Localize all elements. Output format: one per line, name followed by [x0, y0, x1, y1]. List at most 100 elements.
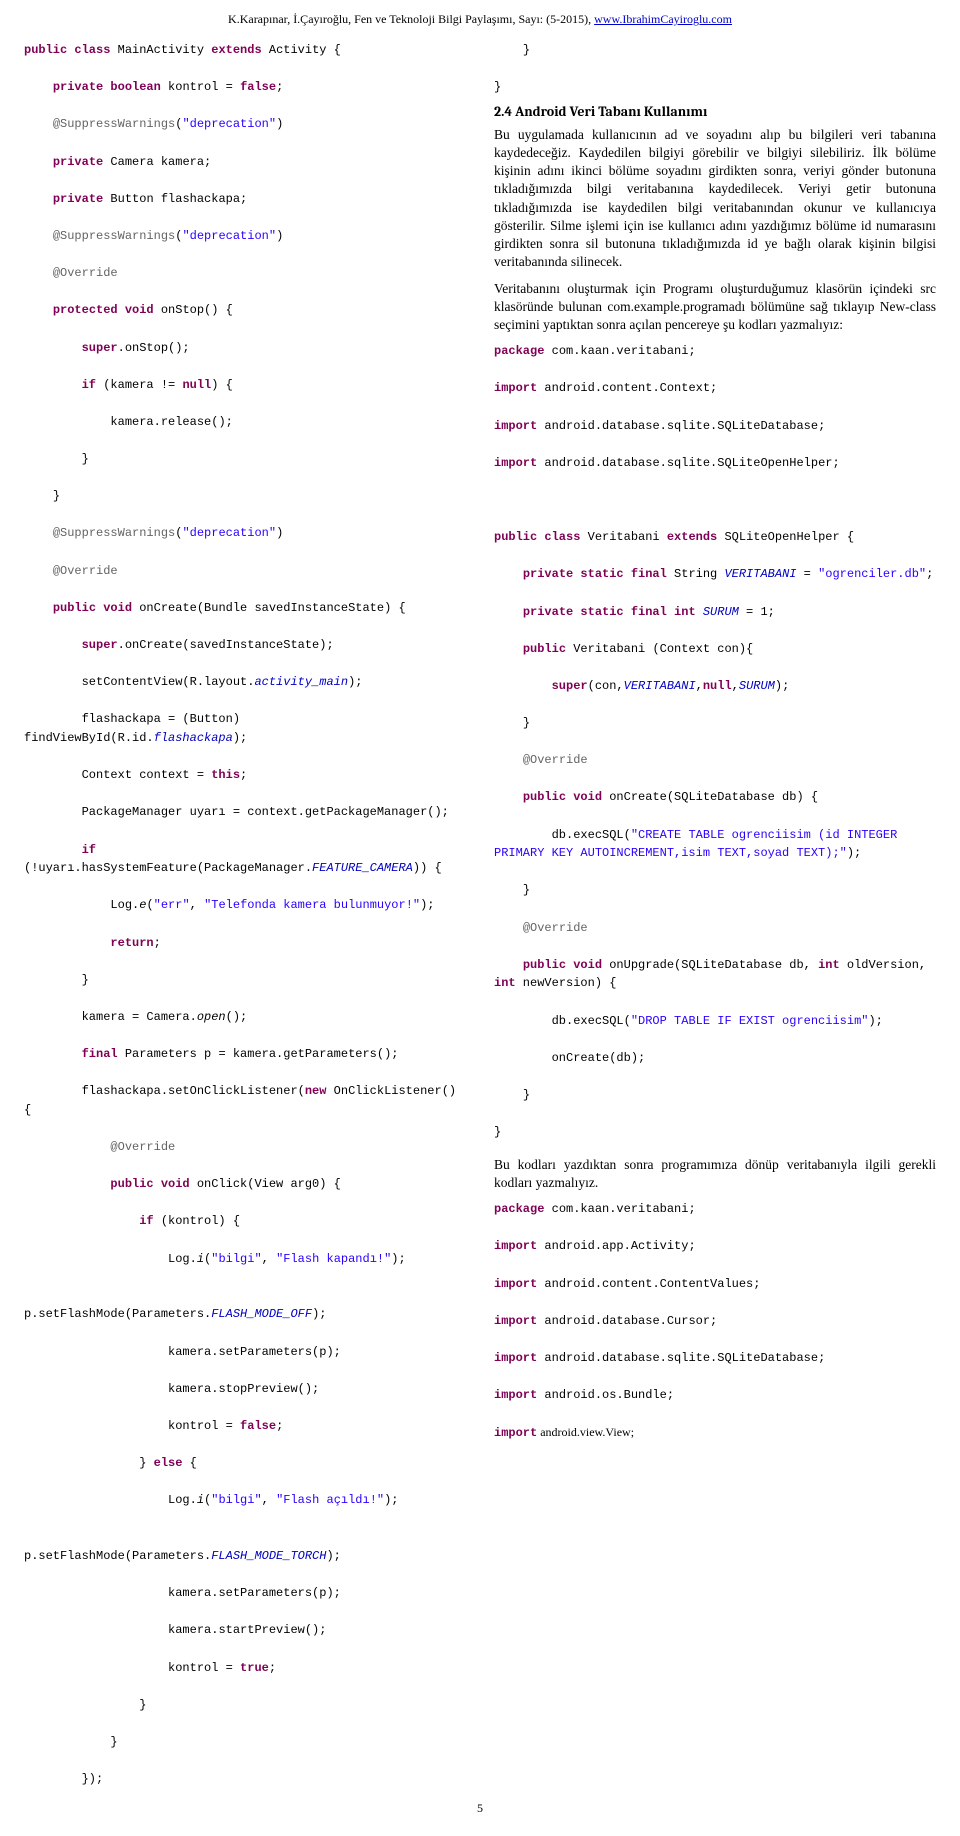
code-text: FLASH_MODE_TORCH	[211, 1549, 326, 1563]
code-text: Log.	[24, 1252, 197, 1266]
code-text: flashackapa	[154, 731, 233, 745]
code-text: )	[276, 117, 283, 131]
code-text: @SuppressWarnings	[24, 526, 175, 540]
code-text: "deprecation"	[182, 526, 276, 540]
code-text: (	[146, 898, 153, 912]
code-text: }	[494, 43, 530, 57]
code-text: ,	[696, 679, 703, 693]
code-text: Parameters p = kamera.getParameters();	[118, 1047, 399, 1061]
code-text: null	[703, 679, 732, 693]
code-text: Log.	[24, 898, 139, 912]
code-text: import	[494, 1239, 537, 1253]
code-text: ,	[732, 679, 739, 693]
code-text: import	[494, 1426, 537, 1440]
left-code-block: public class MainActivity extends Activi…	[24, 41, 466, 1789]
code-text: ;	[276, 80, 283, 94]
code-text: public class	[494, 530, 580, 544]
code-text: "Flash açıldı!"	[276, 1493, 384, 1507]
code-text: com.kaan.veritabani;	[544, 1202, 695, 1216]
header-link[interactable]: www.IbrahimCayiroglu.com	[594, 12, 732, 26]
code-text: android.os.Bundle;	[537, 1388, 674, 1402]
code-text: }	[494, 883, 530, 897]
code-text: onStop() {	[154, 303, 233, 317]
code-text: )	[276, 526, 283, 540]
code-text: private	[24, 192, 103, 206]
code-text: "DROP TABLE IF EXIST ogrenciisim"	[631, 1014, 869, 1028]
code-text: android.app.Activity;	[537, 1239, 695, 1253]
code-text: );	[391, 1252, 405, 1266]
code-text: ) {	[211, 378, 233, 392]
code-text: new	[305, 1084, 327, 1098]
code-text: kontrol =	[24, 1419, 240, 1433]
code-text: import	[494, 381, 537, 395]
code-text: i	[197, 1252, 204, 1266]
two-column-layout: public class MainActivity extends Activi…	[24, 41, 936, 1789]
paragraph: Bu uygulamada kullanıcının ad ve soyadın…	[494, 126, 936, 272]
code-text: kamera.stopPreview();	[24, 1382, 319, 1396]
code-text: }	[24, 489, 60, 503]
code-text: }	[494, 716, 530, 730]
code-text: public void	[24, 1177, 190, 1191]
code-text: return	[24, 936, 154, 950]
code-text: VERITABANI	[724, 567, 796, 581]
code-text: private boolean	[24, 80, 161, 94]
code-text: super	[24, 638, 118, 652]
header-prefix: K.Karapınar, İ.Çayıroğlu, Fen ve Teknolo…	[228, 12, 594, 26]
running-header: K.Karapınar, İ.Çayıroğlu, Fen ve Teknolo…	[24, 12, 936, 27]
paragraph: Veritabanını oluşturmak için Programı ol…	[494, 280, 936, 335]
code-text: SURUM	[739, 679, 775, 693]
code-text: extends	[211, 43, 261, 57]
right-column: } } 2.4 Android Veri Tabanı Kullanımı Bu…	[494, 41, 936, 1789]
right-code-block-1: package com.kaan.veritabani; import andr…	[494, 342, 936, 1142]
serif-body-block: Bu uygulamada kullanıcının ad ve soyadın…	[494, 126, 936, 334]
code-text: false	[240, 80, 276, 94]
code-text: ,	[190, 898, 204, 912]
code-text: FLASH_MODE_OFF	[211, 1307, 312, 1321]
code-text: }	[24, 973, 89, 987]
code-text: p.setFlashMode(Parameters.	[24, 1289, 211, 1322]
code-text: android.database.sqlite.SQLiteDatabase;	[537, 1351, 825, 1365]
code-text: = 1;	[739, 605, 775, 619]
code-text: import	[494, 1388, 537, 1402]
code-text: (kontrol) {	[154, 1214, 240, 1228]
code-text: kontrol =	[24, 1661, 240, 1675]
code-text: onCreate(Bundle savedInstanceState) {	[132, 601, 406, 615]
code-text: );	[775, 679, 789, 693]
code-text: if	[24, 378, 96, 392]
code-text: Activity {	[262, 43, 341, 57]
code-text: package	[494, 1202, 544, 1216]
code-text: i	[197, 1493, 204, 1507]
code-text: int	[818, 958, 840, 972]
right-code-top: } }	[494, 41, 936, 97]
code-text: onUpgrade(SQLiteDatabase db,	[602, 958, 818, 972]
code-text: );	[847, 846, 861, 860]
code-text: protected void	[24, 303, 154, 317]
code-text: =	[796, 567, 818, 581]
code-text: int	[494, 976, 516, 990]
code-text: );	[868, 1014, 882, 1028]
code-text: import	[494, 419, 537, 433]
code-text: p.setFlashMode(Parameters.	[24, 1531, 211, 1564]
code-text: public void	[494, 790, 602, 804]
code-text: flashackapa.setOnClickListener(	[24, 1084, 305, 1098]
code-text: open	[197, 1010, 226, 1024]
code-text: import	[494, 1351, 537, 1365]
code-text: super	[494, 679, 588, 693]
code-text: );	[326, 1549, 340, 1563]
code-text: }	[494, 1125, 501, 1139]
code-text: "err"	[154, 898, 190, 912]
code-text: android.content.ContentValues;	[537, 1277, 760, 1291]
code-text: }	[494, 1088, 530, 1102]
code-text: SQLiteOpenHelper {	[717, 530, 854, 544]
code-text: kamera.setParameters(p);	[24, 1345, 341, 1359]
code-text: android.database.sqlite.SQLiteOpenHelper…	[537, 456, 839, 470]
code-text: );	[233, 731, 247, 745]
code-text: kamera = Camera.	[24, 1010, 197, 1024]
code-text: public	[494, 642, 566, 656]
code-text: Camera kamera;	[103, 155, 211, 169]
code-text: import	[494, 1277, 537, 1291]
code-text: "bilgi"	[211, 1252, 261, 1266]
code-text: }	[24, 1698, 146, 1712]
code-text: public void	[24, 601, 132, 615]
code-text: "bilgi"	[211, 1493, 261, 1507]
